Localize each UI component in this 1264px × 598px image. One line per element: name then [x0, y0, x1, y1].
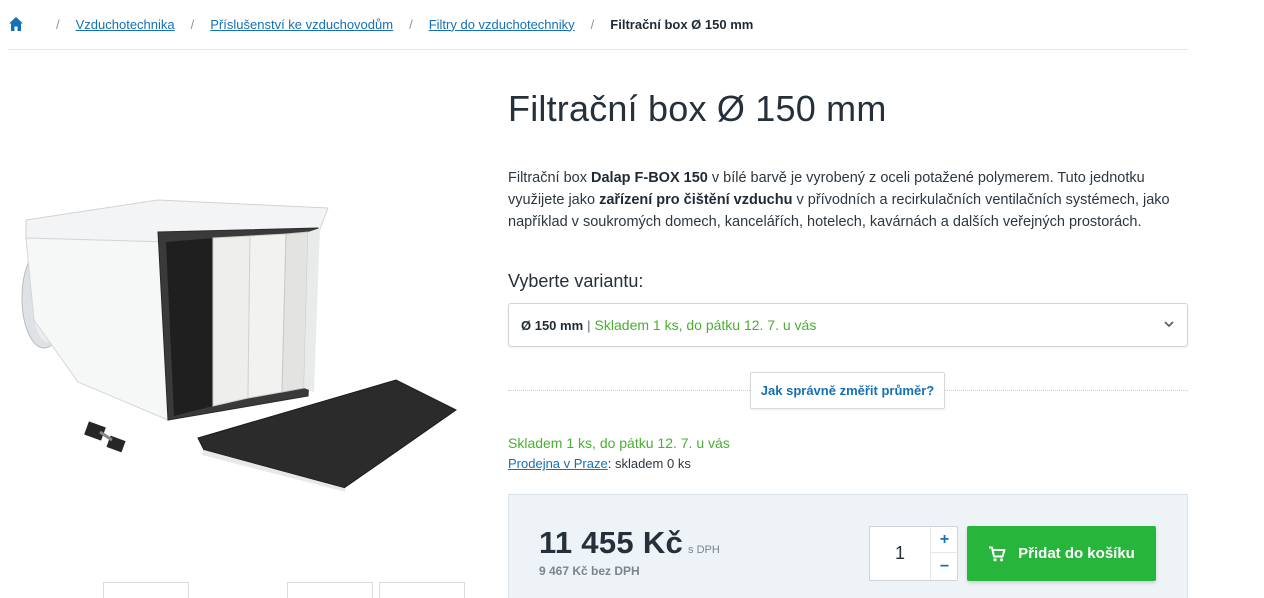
cart-icon	[988, 546, 1006, 562]
chevron-down-icon	[1163, 318, 1175, 330]
store-availability: Prodejna v Praze: skladem 0 ks	[508, 456, 691, 471]
breadcrumb-separator: /	[409, 16, 413, 32]
product-title: Filtrační box Ø 150 mm	[508, 88, 887, 129]
price-box: 11 455 Kč s DPH 9 467 Kč bez DPH 1 + − P…	[508, 494, 1188, 598]
home-icon[interactable]	[8, 16, 24, 32]
store-status: : skladem 0 ks	[607, 456, 691, 471]
breadcrumb-separator: /	[190, 16, 195, 32]
add-to-cart-label: Přidat do košíku	[1018, 545, 1135, 562]
quantity-stepper: 1 + −	[869, 526, 958, 581]
variant-stock: Skladem 1 ks, do pátku 12. 7. u vás	[594, 317, 817, 333]
thumbnail[interactable]	[103, 582, 189, 598]
variant-size: Ø 150 mm	[521, 317, 584, 333]
variant-label: Vyberte variantu:	[508, 271, 644, 291]
quantity-input[interactable]: 1	[870, 527, 930, 580]
thumbnail[interactable]	[379, 582, 465, 598]
breadcrumb-link-vzduchotechnika[interactable]: Vzduchotechnika	[76, 17, 175, 32]
measure-diameter-button[interactable]: Jak správně změřit průměr?	[750, 372, 945, 409]
breadcrumb-separator: /	[590, 16, 595, 32]
breadcrumb-link-filtry[interactable]: Filtry do vzduchotechniky	[429, 17, 575, 32]
price-vat-label: s DPH	[688, 544, 720, 556]
price-amount: 11 455 Kč	[539, 525, 684, 560]
breadcrumb-current: Filtrační box Ø 150 mm	[610, 16, 754, 32]
price: 11 455 Kč s DPH	[539, 525, 720, 561]
breadcrumb-divider	[8, 49, 1188, 50]
breadcrumb-separator: /	[56, 16, 60, 32]
quantity-decrease-button[interactable]: −	[931, 554, 958, 580]
breadcrumb: / Vzduchotechnika / Příslušenství ke vzd…	[8, 12, 753, 36]
thumbnail[interactable]	[287, 582, 373, 598]
quantity-increase-button[interactable]: +	[931, 527, 958, 553]
stock-status: Skladem 1 ks, do pátku 12. 7. u vás	[508, 435, 730, 451]
product-image[interactable]	[8, 170, 478, 500]
price-without-vat: 9 467 Kč bez DPH	[539, 564, 640, 578]
variant-select[interactable]: Ø 150 mm | Skladem 1 ks, do pátku 12. 7.…	[508, 303, 1188, 347]
store-link[interactable]: Prodejna v Praze	[508, 456, 608, 471]
breadcrumb-link-prislusenstvi[interactable]: Příslušenství ke vzduchovodům	[210, 17, 393, 32]
add-to-cart-button[interactable]: Přidat do košíku	[967, 526, 1156, 581]
variant-separator: |	[587, 317, 591, 333]
product-description: Filtrační box Dalap F-BOX 150 v bílé bar…	[508, 170, 1170, 230]
